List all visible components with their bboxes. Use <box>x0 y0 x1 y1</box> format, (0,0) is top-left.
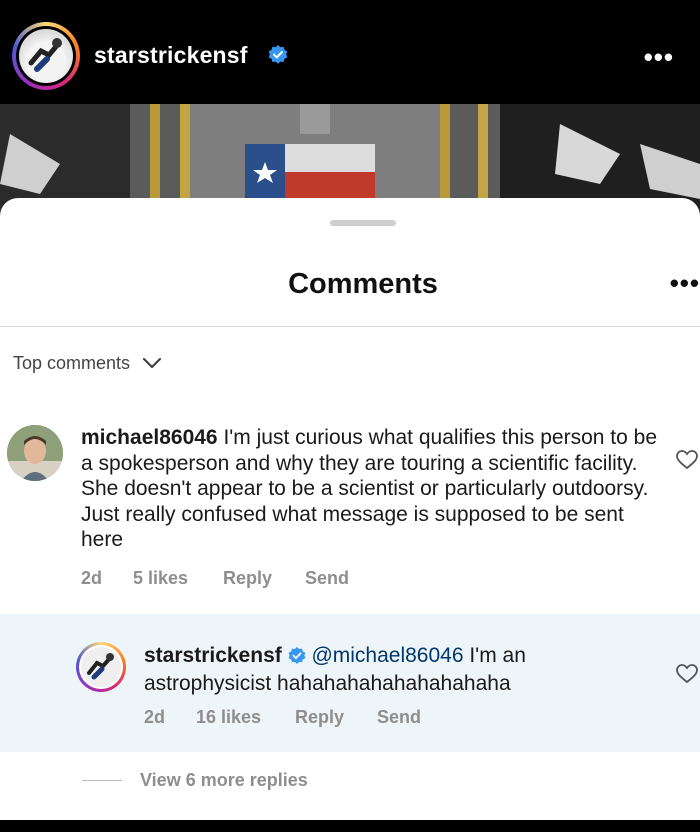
divider <box>0 326 700 327</box>
reply-reply-button[interactable]: Reply <box>295 707 377 728</box>
comments-sheet: Comments ••• Top comments michael86046 I… <box>0 198 700 820</box>
comment-reply-button[interactable]: Reply <box>223 568 305 589</box>
sort-label: Top comments <box>13 353 131 373</box>
sheet-more-icon[interactable]: ••• <box>670 268 700 299</box>
reply-avatar[interactable] <box>76 642 126 692</box>
comment-meta: 2d 5 likes Reply Send <box>81 568 349 589</box>
comment-username[interactable]: michael86046 <box>81 426 218 449</box>
sheet-title: Comments <box>288 268 438 300</box>
reply-item: starstrickensf @michael86046 I'm an astr… <box>0 614 700 752</box>
more-options-icon[interactable]: ••• <box>644 42 674 73</box>
reply-like-heart-icon[interactable] <box>676 664 698 689</box>
view-more-replies[interactable]: View 6 more replies <box>82 770 308 791</box>
reply-username[interactable]: starstrickensf <box>144 644 282 667</box>
post-header: starstrickensf ••• <box>0 0 700 104</box>
view-more-label: View 6 more replies <box>140 770 308 790</box>
view-more-line <box>82 780 122 781</box>
comment-body: michael86046 I'm just curious what quali… <box>81 425 661 553</box>
profile-avatar[interactable] <box>12 22 80 90</box>
reply-body: starstrickensf @michael86046 I'm an astr… <box>144 642 654 697</box>
chevron-down-icon <box>142 353 162 374</box>
reply-time: 2d <box>144 707 166 727</box>
verified-badge-icon <box>268 45 288 70</box>
reply-meta: 2d 16 likes Reply Send <box>144 707 421 728</box>
reply-likes[interactable]: 16 likes <box>196 707 295 728</box>
sort-dropdown[interactable]: Top comments <box>13 353 162 374</box>
commenter-avatar[interactable] <box>7 425 63 481</box>
reply-send-button[interactable]: Send <box>377 707 421 728</box>
reply-mention[interactable]: @michael86046 <box>311 644 463 667</box>
like-heart-icon[interactable] <box>676 450 698 475</box>
drag-handle[interactable] <box>330 220 396 226</box>
verified-badge-icon <box>288 643 306 670</box>
comment-send-button[interactable]: Send <box>305 568 349 589</box>
comment-likes[interactable]: 5 likes <box>133 568 223 589</box>
comment-time: 2d <box>81 568 103 588</box>
header-username[interactable]: starstrickensf <box>94 42 248 69</box>
